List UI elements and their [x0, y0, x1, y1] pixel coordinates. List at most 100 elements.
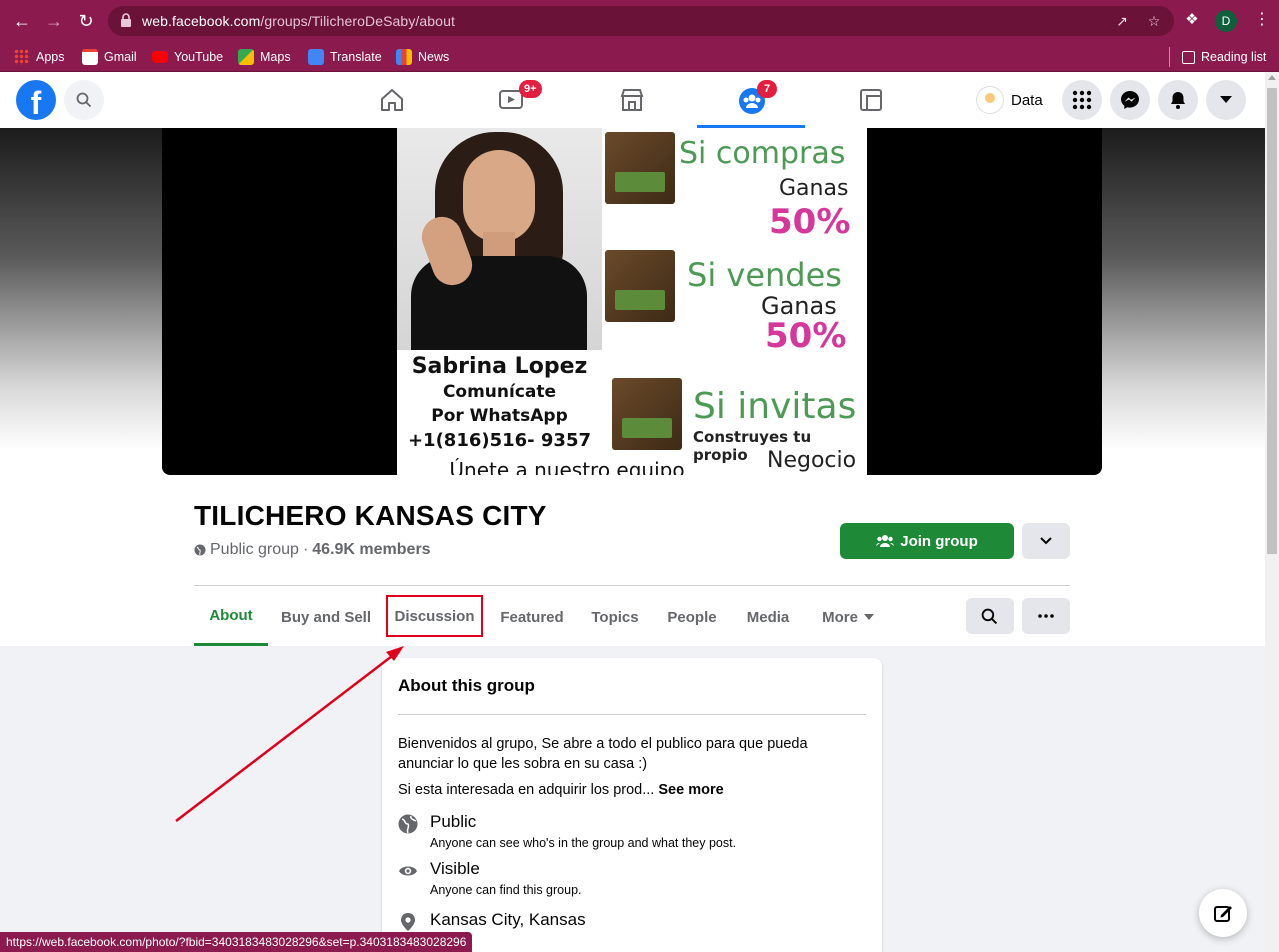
location-pin-icon — [401, 913, 415, 931]
star-icon[interactable]: ☆ — [1146, 13, 1162, 29]
reading-list-icon — [1182, 50, 1195, 64]
address-bar[interactable]: web.facebook.com/groups/TilicheroDeSaby/… — [108, 6, 1174, 36]
product-image — [605, 132, 675, 204]
facebook-logo-icon[interactable]: f — [16, 80, 56, 120]
product-image — [605, 250, 675, 322]
messenger-button[interactable] — [1110, 80, 1150, 120]
youtube-icon — [152, 51, 168, 63]
forward-icon[interactable]: → — [42, 9, 66, 33]
bookmark-apps[interactable]: Apps — [14, 46, 65, 68]
cover-person-name: Sabrina Lopez — [411, 354, 588, 379]
share-icon[interactable]: ↗ — [1114, 13, 1130, 29]
facebook-topbar: f 9+ 7 Data — [0, 72, 1265, 128]
apps-grid-icon — [14, 49, 30, 65]
url-host: web.facebook.com — [142, 13, 261, 29]
nav-marketplace-tab[interactable] — [578, 72, 686, 128]
info-location-title[interactable]: Kansas City, Kansas — [430, 910, 586, 930]
tab-label: Topics — [591, 608, 639, 626]
lock-icon — [121, 13, 131, 27]
group-more-options-button[interactable] — [1022, 598, 1070, 634]
notifications-button[interactable] — [1158, 80, 1198, 120]
bookmark-translate[interactable]: Translate — [308, 46, 382, 68]
new-message-button[interactable] — [1199, 889, 1247, 937]
tab-topics[interactable]: Topics — [582, 588, 648, 646]
nav-watch-tab[interactable]: 9+ — [457, 72, 565, 128]
watch-notification-badge: 9+ — [519, 80, 542, 98]
promo1-percent: 50% — [769, 202, 851, 242]
menu-grid-icon — [1072, 90, 1092, 110]
tab-about[interactable]: About — [194, 588, 268, 646]
tab-buy-and-sell[interactable]: Buy and Sell — [272, 588, 380, 646]
facebook-search-button[interactable] — [64, 80, 104, 120]
bookmarks-separator — [1169, 47, 1170, 67]
scroll-up-arrow-icon[interactable] — [1268, 75, 1276, 80]
browser-toolbar: ← → ↻ web.facebook.com/groups/TilicheroD… — [0, 0, 1279, 42]
promo1-heading: Si compras — [679, 136, 846, 171]
promo3-heading: Si invitas — [693, 386, 857, 427]
nav-home-tab[interactable] — [338, 72, 446, 128]
meta-separator: · — [302, 541, 309, 558]
globe-icon — [194, 544, 206, 556]
profile-shortcut[interactable]: Data — [972, 84, 1043, 116]
group-meta: Public group · 46.9K members — [194, 541, 431, 559]
profile-name: Data — [1011, 91, 1043, 109]
cover-line-2: Por WhatsApp — [431, 406, 568, 426]
gmail-icon — [82, 49, 98, 65]
tab-featured[interactable]: Featured — [490, 588, 574, 646]
marketplace-icon — [620, 89, 644, 111]
status-bar-url: https://web.facebook.com/photo/?fbid=340… — [0, 932, 473, 952]
promo2-percent: 50% — [765, 316, 847, 356]
bookmark-youtube[interactable]: YouTube — [152, 46, 223, 68]
group-privacy[interactable]: Public group — [210, 541, 299, 559]
group-title: TILICHERO KANSAS CITY — [194, 500, 547, 531]
discussion-highlight-annotation — [386, 595, 483, 637]
tab-people[interactable]: People — [656, 588, 728, 646]
see-more-link[interactable]: See more — [658, 782, 723, 798]
bookmark-maps[interactable]: Maps — [238, 46, 291, 68]
compose-icon — [1214, 906, 1232, 922]
about-snippet-text: Si esta interesada en adquirir los prod.… — [398, 782, 655, 798]
bookmark-label: Gmail — [104, 50, 137, 64]
tab-media[interactable]: Media — [736, 588, 800, 646]
cover-phone: +1(816)516- 9357 — [407, 430, 592, 451]
nav-groups-tab[interactable]: 7 — [697, 72, 805, 128]
messenger-icon — [1121, 91, 1139, 109]
bookmark-gmail[interactable]: Gmail — [82, 46, 137, 68]
reading-list-button[interactable]: Reading list — [1182, 46, 1266, 68]
chevron-down-icon — [1040, 537, 1052, 545]
bookmarks-bar: Apps Gmail YouTube Maps Translate News R… — [0, 42, 1279, 72]
group-options-dropdown[interactable] — [1022, 523, 1070, 559]
group-members-count[interactable]: 46.9K members — [312, 541, 430, 559]
extensions-puzzle-icon[interactable]: ❖ — [1183, 11, 1201, 29]
browser-profile-avatar[interactable]: D — [1215, 10, 1237, 32]
browser-menu-icon[interactable]: ⋮ — [1254, 11, 1270, 31]
reload-icon[interactable]: ↻ — [74, 9, 98, 33]
news-icon — [396, 49, 412, 65]
about-card-title: About this group — [398, 676, 535, 695]
join-group-button[interactable]: Join group — [840, 523, 1014, 559]
tab-label: More — [822, 608, 858, 626]
menu-button[interactable] — [1062, 80, 1102, 120]
bookmark-label: News — [418, 50, 450, 64]
page-scrollbar-thumb[interactable] — [1267, 88, 1277, 554]
group-search-button[interactable] — [966, 598, 1014, 634]
join-group-label: Join group — [900, 532, 978, 550]
cover-photo[interactable]: Sabrina Lopez Comunícate Por WhatsApp +1… — [162, 128, 1102, 475]
about-description: Bienvenidos al grupo, Se abre a todo el … — [398, 736, 808, 772]
account-menu-button[interactable] — [1206, 80, 1246, 120]
about-group-card: About this group Bienvenidos al grupo, S… — [382, 658, 882, 952]
info-public-title: Public — [430, 812, 477, 831]
info-visible-title: Visible — [430, 859, 480, 878]
info-visible-subtitle: Anyone can find this group. — [430, 883, 582, 897]
bookmark-label: Apps — [36, 50, 65, 64]
gaming-icon — [860, 89, 882, 111]
nav-gaming-tab[interactable] — [817, 72, 925, 128]
bookmark-news[interactable]: News — [396, 46, 449, 68]
tab-label: People — [667, 608, 717, 626]
tab-more[interactable]: More — [810, 588, 886, 646]
address-url: web.facebook.com/groups/TilicheroDeSaby/… — [142, 13, 455, 29]
back-icon[interactable]: ← — [10, 9, 34, 33]
promo3-business: Negocio — [767, 448, 857, 473]
search-icon — [981, 608, 998, 625]
people-icon — [876, 535, 895, 547]
